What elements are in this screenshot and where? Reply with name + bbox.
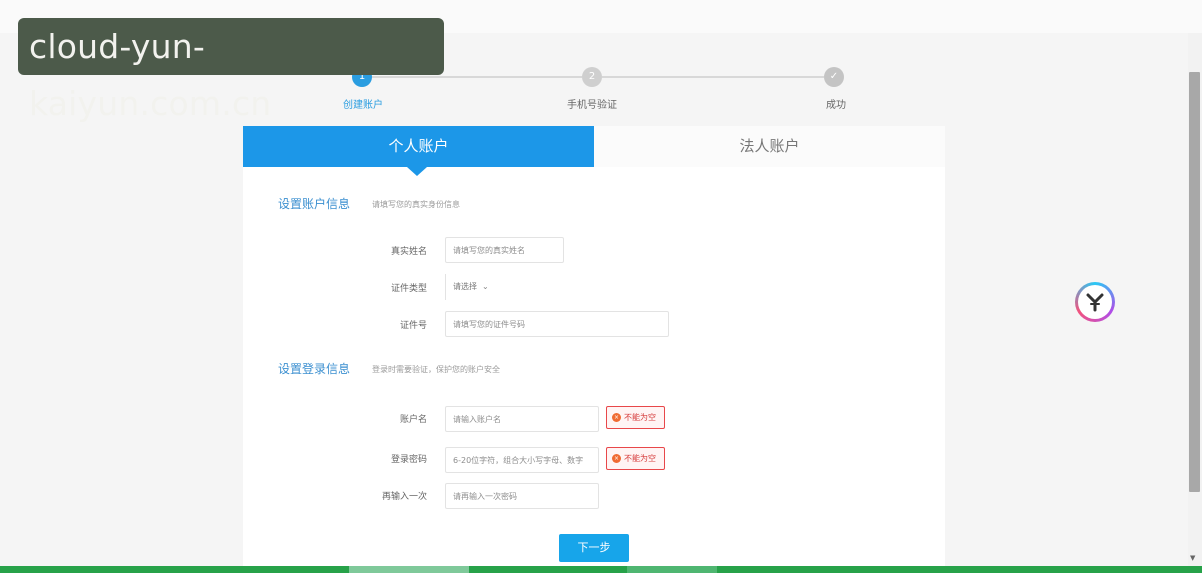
- id-type-label: 证件类型: [390, 284, 427, 294]
- id-number-label: 证件号: [399, 321, 427, 331]
- step-3-check-icon: ✓: [824, 67, 844, 87]
- username-error-tag: × 不能为空: [606, 406, 665, 429]
- error-x-icon: ×: [612, 413, 621, 422]
- id-type-value: 请选择: [453, 282, 477, 291]
- taskbar-item[interactable]: [349, 566, 469, 573]
- password-label: 登录密码: [390, 455, 427, 465]
- tab-personal-account[interactable]: 个人账户: [243, 126, 594, 167]
- floating-assistant-button[interactable]: [1075, 282, 1115, 322]
- active-tab-pointer: [407, 167, 427, 176]
- watermark-banner: cloud-yun-kaiyun.com.cn: [18, 18, 444, 123]
- taskbar: [0, 566, 1202, 573]
- assistant-icon: [1078, 285, 1112, 319]
- next-step-button[interactable]: 下一步: [559, 534, 629, 562]
- scroll-down-arrow-icon[interactable]: ▼: [1190, 554, 1195, 562]
- real-name-input[interactable]: [445, 237, 564, 263]
- confirm-password-label: 再输入一次: [381, 492, 427, 502]
- id-number-input[interactable]: [445, 311, 669, 337]
- step-connector-1: [370, 76, 582, 78]
- username-label: 账户名: [399, 415, 427, 425]
- step-1-label: 创建账户: [343, 100, 383, 111]
- login-info-title: 设置登录信息: [278, 362, 351, 376]
- password-error-tag: × 不能为空: [606, 447, 665, 470]
- password-input[interactable]: [445, 447, 599, 473]
- y-logo-icon: [1086, 293, 1104, 312]
- account-info-title: 设置账户信息: [278, 197, 351, 211]
- login-info-hint: 登录时需要验证，保护您的账户安全: [372, 365, 500, 374]
- account-info-hint: 请填写您的真实身份信息: [372, 200, 460, 209]
- step-3-label: 成功: [826, 100, 846, 111]
- chevron-down-icon: ⌄: [482, 282, 489, 291]
- username-input[interactable]: [445, 406, 599, 432]
- error-x-icon: ×: [612, 454, 621, 463]
- step-2-indicator: 2: [582, 67, 602, 87]
- scrollbar-thumb[interactable]: [1189, 72, 1200, 492]
- tab-corporate-account[interactable]: 法人账户: [594, 126, 945, 167]
- id-type-select[interactable]: 请选择 ⌄: [445, 274, 505, 300]
- step-2-label: 手机号验证: [567, 100, 617, 111]
- taskbar-item[interactable]: [627, 566, 717, 573]
- step-connector-2: [602, 76, 824, 78]
- confirm-password-input[interactable]: [445, 483, 599, 509]
- password-error-text: 不能为空: [624, 454, 656, 463]
- real-name-label: 真实姓名: [390, 247, 427, 257]
- username-error-text: 不能为空: [624, 413, 656, 422]
